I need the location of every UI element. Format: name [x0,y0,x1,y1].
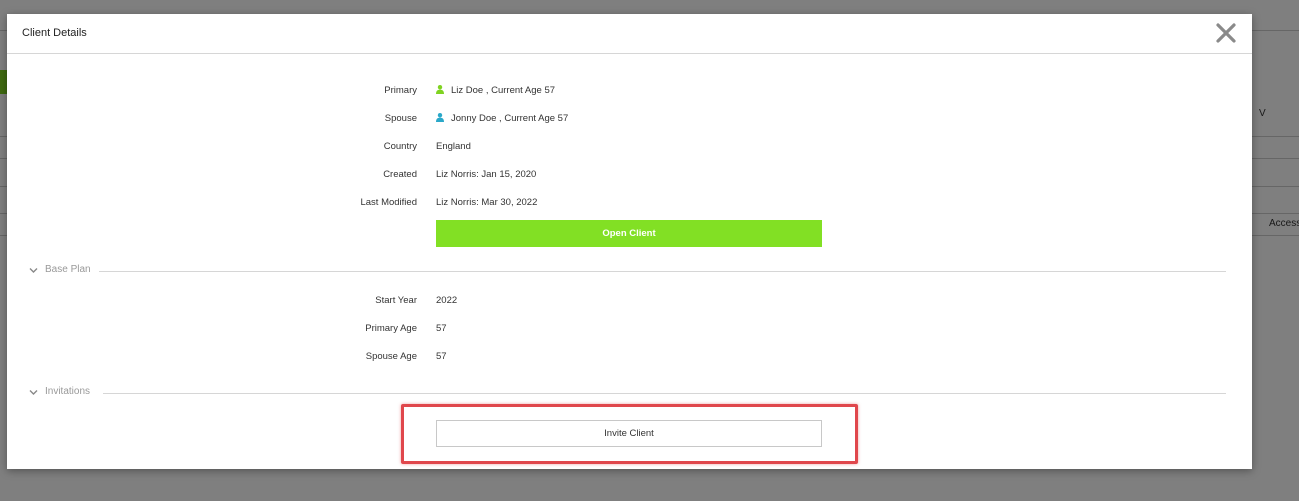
invitations-label: Invitations [45,386,91,397]
detail-value: Liz Norris: Mar 30, 2022 [436,197,538,208]
spouse-client-text: Jonny Doe , Current Age 57 [451,113,569,124]
detail-value: Liz Doe , Current Age 57 [436,85,555,96]
detail-value: Liz Norris: Jan 15, 2020 [436,169,537,180]
close-icon[interactable] [1215,22,1237,44]
chevron-down-icon[interactable] [29,266,38,275]
base-plan-row-primary-age: Primary Age 57 [7,323,1252,337]
modal-title: Client Details [22,27,87,39]
detail-value: 57 [436,351,447,362]
detail-label: Created [383,169,417,180]
detail-row-primary: Primary Liz Doe , Current Age 57 [7,85,1252,99]
detail-label: Primary [384,85,417,96]
detail-value: England [436,141,471,152]
section-divider [103,393,1226,394]
base-plan-row-spouse-age: Spouse Age 57 [7,351,1252,365]
detail-label: Spouse Age [365,351,417,362]
person-icon [436,113,444,122]
base-plan-row-start-year: Start Year 2022 [7,295,1252,309]
detail-label: Country [383,141,417,152]
invitations-section-header[interactable]: Invitations [29,386,1226,400]
detail-row-last-modified: Last Modified Liz Norris: Mar 30, 2022 [7,197,1252,211]
detail-label: Spouse [384,113,417,124]
base-plan-section-header[interactable]: Base Plan [29,264,1226,278]
detail-value: Jonny Doe , Current Age 57 [436,113,568,124]
chevron-down-icon[interactable] [29,388,38,397]
highlight-box [401,404,858,464]
client-details-modal: Client Details Primary Liz Doe , Current… [7,14,1252,469]
detail-value: 57 [436,323,447,334]
primary-client-text: Liz Doe , Current Age 57 [451,85,556,96]
detail-row-spouse: Spouse Jonny Doe , Current Age 57 [7,113,1252,127]
detail-row-created: Created Liz Norris: Jan 15, 2020 [7,169,1252,183]
detail-value: 2022 [436,295,458,306]
detail-label: Primary Age [365,323,417,334]
detail-label: Start Year [375,295,417,306]
person-icon [436,85,444,94]
base-plan-label: Base Plan [45,264,91,275]
detail-label: Last Modified [360,197,417,208]
detail-row-country: Country England [7,141,1252,155]
open-client-button[interactable]: Open Client [436,220,822,247]
section-divider [99,271,1226,272]
modal-header: Client Details [7,14,1252,54]
